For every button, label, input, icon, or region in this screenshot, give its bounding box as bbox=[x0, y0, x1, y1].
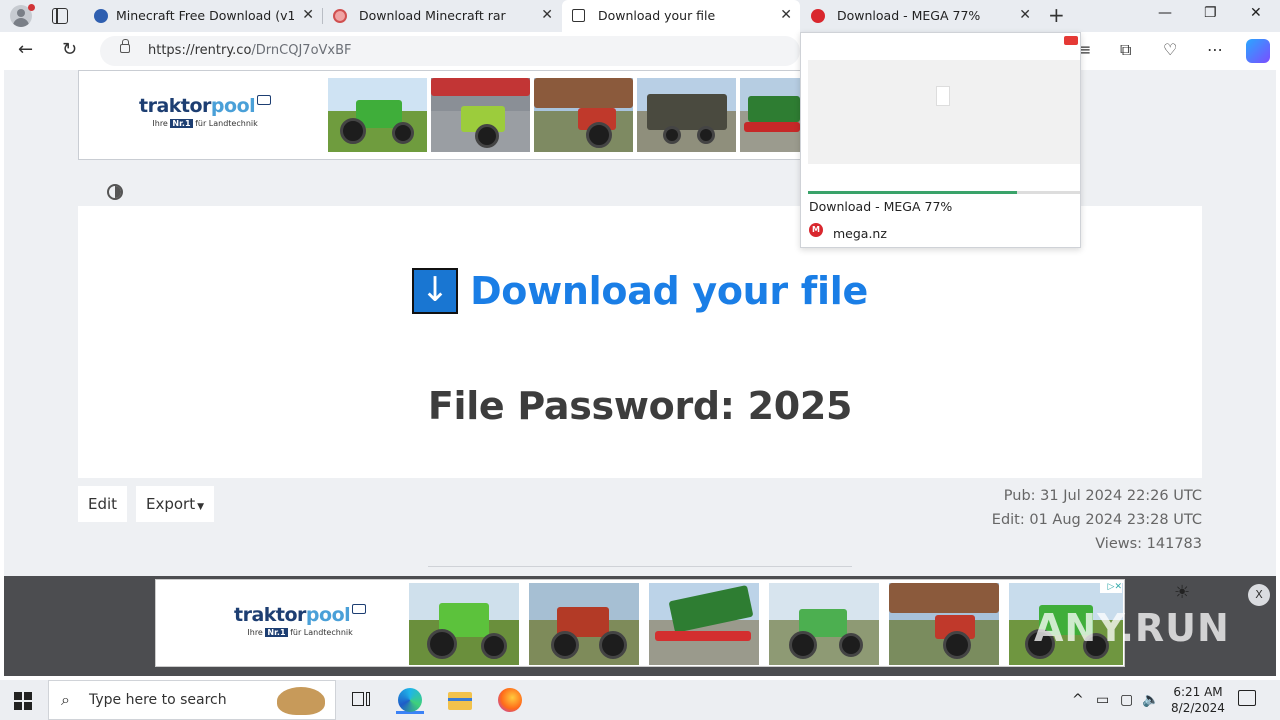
back-icon[interactable]: ← bbox=[18, 40, 33, 60]
preview-download-row bbox=[808, 164, 1080, 191]
ad-photo-tractor[interactable] bbox=[328, 78, 427, 152]
edit-date: Edit: 01 Aug 2024 23:28 UTC bbox=[991, 512, 1202, 528]
ad-photo-tractor[interactable] bbox=[529, 583, 639, 665]
ad-photo-trailer[interactable] bbox=[637, 78, 736, 152]
ad-photo-tractor[interactable] bbox=[534, 78, 633, 152]
windows-taskbar: ⌕ Type here to search ^ ▭ ▢ 🔈 6:21 AM 8/… bbox=[0, 680, 1280, 720]
ad-photo-tractor[interactable] bbox=[409, 583, 519, 665]
tab-title: Download Minecraft rar bbox=[359, 8, 506, 23]
ad-photo-tipper[interactable] bbox=[649, 583, 759, 665]
tractor-icon bbox=[352, 604, 367, 614]
more-options-icon[interactable]: ⋯ bbox=[1207, 41, 1223, 59]
ad-photo-tractor[interactable] bbox=[769, 583, 879, 665]
preview-thumbnail bbox=[808, 60, 1080, 164]
preview-progress-bar bbox=[808, 191, 1080, 194]
collections-icon[interactable]: ⧉ bbox=[1120, 41, 1131, 59]
edit-button[interactable]: Edit bbox=[78, 486, 128, 522]
export-button-label: Export bbox=[146, 495, 196, 513]
tab-actions-icon[interactable] bbox=[52, 8, 68, 24]
download-heading: ↓ Download your file bbox=[78, 268, 1202, 314]
preview-badge-icon bbox=[1064, 36, 1078, 45]
notification-center-icon[interactable] bbox=[1238, 690, 1256, 706]
page-viewport: traktorpool Ihre Nr.1 für Landtechnik ↓ … bbox=[4, 70, 1276, 676]
download-link[interactable]: Download your file bbox=[470, 269, 868, 313]
tab-mega-download[interactable]: Download - MEGA 77% ✕ bbox=[801, 0, 1039, 32]
clock-date: 8/2/2024 bbox=[1171, 701, 1225, 715]
close-tab-icon[interactable]: ✕ bbox=[302, 7, 314, 23]
refresh-icon[interactable]: ↻ bbox=[62, 40, 77, 60]
traktorpool-logo: traktorpool Ihre Nr.1 für Landtechnik bbox=[234, 604, 367, 637]
browser-essentials-icon[interactable]: ♡ bbox=[1163, 41, 1177, 59]
ad-choices-icon[interactable]: ▷✕ bbox=[1100, 582, 1122, 593]
close-tab-icon[interactable]: ✕ bbox=[780, 7, 792, 23]
file-explorer-icon[interactable] bbox=[446, 686, 474, 714]
address-bar[interactable]: https://rentry.co/DrnCQJ7oVxBF bbox=[100, 36, 800, 66]
profile-notification-dot bbox=[28, 4, 35, 11]
tab-hover-preview: Download - MEGA 77% M mega.nz bbox=[800, 32, 1081, 248]
mega-logo-icon: M bbox=[809, 223, 823, 237]
search-placeholder: Type here to search bbox=[89, 692, 227, 708]
close-tab-icon[interactable]: ✕ bbox=[1019, 7, 1031, 23]
browser-toolbar: ← ↻ https://rentry.co/DrnCQJ7oVxBF ≡ ⧉ ♡… bbox=[0, 32, 1280, 70]
close-window-icon[interactable]: ✕ bbox=[1250, 5, 1262, 21]
new-tab-button[interactable]: + bbox=[1048, 4, 1065, 26]
mega-favicon-icon bbox=[811, 9, 825, 23]
bottom-ad-banner[interactable]: traktorpool Ihre Nr.1 für Landtechnik ▷✕ bbox=[155, 579, 1125, 667]
sun-icon: ☀ bbox=[1174, 582, 1191, 603]
system-clock[interactable]: 6:21 AM 8/2/2024 bbox=[1162, 684, 1234, 716]
volume-icon[interactable]: 🔈 bbox=[1142, 692, 1159, 708]
close-ad-button[interactable]: X bbox=[1248, 584, 1270, 606]
tab-download-your-file[interactable]: Download your file ✕ bbox=[562, 0, 800, 32]
search-highlight-image bbox=[277, 687, 325, 715]
close-tab-icon[interactable]: ✕ bbox=[541, 7, 553, 23]
windows-start-icon[interactable] bbox=[14, 692, 32, 710]
view-count: Views: 141783 bbox=[1095, 536, 1202, 552]
down-arrow-icon: ↓ bbox=[412, 268, 459, 314]
bottom-ad-bar: traktorpool Ihre Nr.1 für Landtechnik ▷✕… bbox=[4, 576, 1276, 676]
theme-toggle-icon[interactable] bbox=[107, 184, 123, 200]
network-icon[interactable]: ▢ bbox=[1120, 692, 1133, 708]
export-button[interactable]: Export ▼ bbox=[136, 486, 215, 522]
minimize-icon[interactable]: — bbox=[1158, 5, 1172, 21]
site-favicon-icon bbox=[94, 9, 108, 23]
restore-icon[interactable]: ❐ bbox=[1204, 5, 1217, 21]
tab-minecraft-free-download[interactable]: Minecraft Free Download (v1.20.4 ✕ bbox=[84, 0, 322, 32]
traktorpool-logo: traktorpool Ihre Nr.1 für Landtechnik bbox=[139, 95, 272, 128]
clock-time: 6:21 AM bbox=[1173, 685, 1223, 699]
tab-title: Download - MEGA 77% bbox=[837, 8, 981, 23]
tab-strip: Minecraft Free Download (v1.20.4 ✕ Downl… bbox=[0, 0, 1280, 32]
edge-taskbar-icon[interactable] bbox=[396, 686, 424, 714]
taskbar-search-box[interactable]: ⌕ Type here to search bbox=[48, 680, 336, 720]
file-password-text: File Password: 2025 bbox=[427, 384, 853, 428]
file-icon bbox=[936, 86, 950, 106]
top-ad-banner[interactable]: traktorpool Ihre Nr.1 für Landtechnik bbox=[78, 70, 808, 160]
battery-icon[interactable]: ▭ bbox=[1096, 692, 1109, 708]
ad-photo-tipper[interactable] bbox=[740, 78, 800, 152]
site-favicon-icon bbox=[333, 9, 347, 23]
tab-download-minecraft-rar[interactable]: Download Minecraft rar ✕ bbox=[323, 0, 561, 32]
copilot-icon[interactable] bbox=[1246, 39, 1270, 63]
pub-date: Pub: 31 Jul 2024 22:26 UTC bbox=[1003, 488, 1202, 504]
ad-photo-tractor[interactable] bbox=[889, 583, 999, 665]
preview-title: Download - MEGA 77% bbox=[809, 199, 953, 214]
tray-overflow-icon[interactable]: ^ bbox=[1072, 692, 1084, 708]
tab-title: Download your file bbox=[598, 8, 716, 23]
firefox-icon[interactable] bbox=[496, 686, 524, 714]
url-text[interactable]: https://rentry.co/DrnCQJ7oVxBF bbox=[148, 43, 352, 58]
task-view-icon[interactable] bbox=[346, 686, 374, 714]
divider bbox=[428, 566, 852, 567]
anyrun-watermark: ANY.RUN bbox=[1034, 606, 1230, 650]
preview-site: mega.nz bbox=[833, 226, 887, 241]
lock-icon[interactable] bbox=[120, 39, 130, 53]
caret-down-icon: ▼ bbox=[197, 502, 205, 512]
site-favicon-icon bbox=[572, 9, 585, 22]
ad-photo-tractor[interactable] bbox=[431, 78, 530, 152]
tab-title: Minecraft Free Download (v1.20.4 bbox=[116, 8, 294, 23]
tractor-icon bbox=[257, 95, 272, 105]
search-icon: ⌕ bbox=[61, 690, 70, 709]
